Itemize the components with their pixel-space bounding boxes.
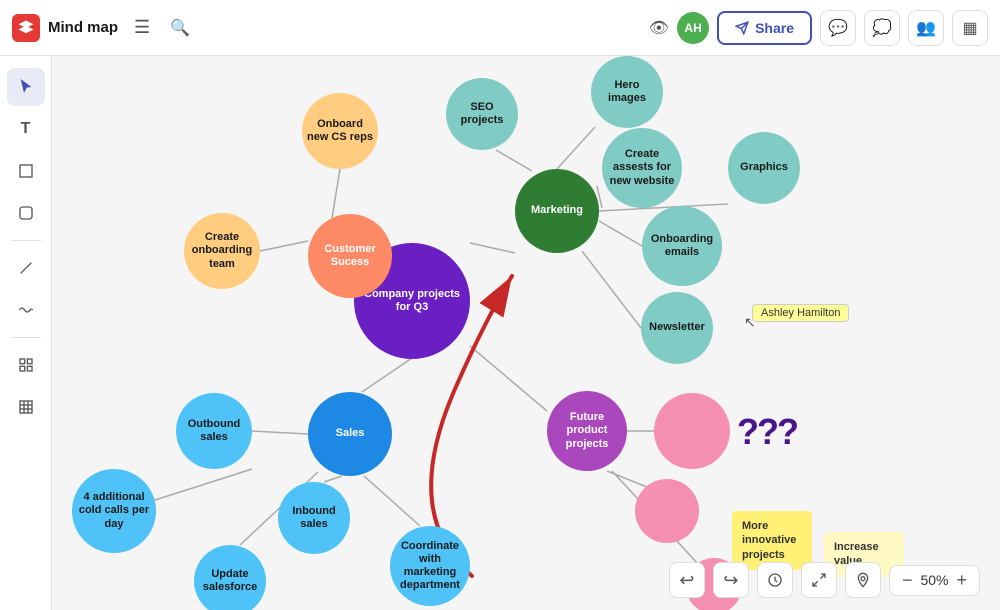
toolbar: T: [0, 56, 52, 610]
zoom-in-button[interactable]: +: [952, 570, 971, 591]
pink-node-1[interactable]: [654, 393, 730, 469]
seo-label: SEO projects: [446, 97, 518, 131]
canvas[interactable]: Company projects for Q3 Marketing Hero i…: [52, 56, 1000, 610]
menu-icon[interactable]: ☰: [130, 13, 154, 42]
text-tool[interactable]: T: [7, 110, 45, 148]
customer-success-node[interactable]: Customer Sucess: [308, 214, 392, 298]
redo-button[interactable]: ↪: [713, 562, 749, 598]
avatar[interactable]: AH: [677, 12, 709, 44]
sales-label: Sales: [332, 423, 369, 444]
logo[interactable]: [12, 14, 40, 42]
update-sf-node[interactable]: Update salesforce: [194, 545, 266, 610]
share-button[interactable]: Share: [717, 11, 812, 45]
question-marks: ???: [737, 411, 797, 453]
cold-calls-node[interactable]: 4 additional cold calls per day: [72, 469, 156, 553]
app-title: Mind map: [48, 19, 118, 36]
zoom-level: 50%: [920, 572, 948, 588]
chat-icon[interactable]: 💭: [864, 10, 900, 46]
graphics-label: Graphics: [736, 157, 792, 178]
users-icon[interactable]: 👥: [908, 10, 944, 46]
coordinate-node[interactable]: Coordinate with marketing department: [390, 526, 470, 606]
seo-node[interactable]: SEO projects: [446, 78, 518, 150]
table-tool[interactable]: [7, 388, 45, 426]
hero-images-node[interactable]: Hero images: [591, 56, 663, 128]
eye-icon[interactable]: 👁: [649, 18, 669, 38]
inbound-node[interactable]: Inbound sales: [278, 482, 350, 554]
comment-icon[interactable]: 💬: [820, 10, 856, 46]
create-assets-node[interactable]: Create assests for new website: [602, 128, 682, 208]
history-button[interactable]: [757, 562, 793, 598]
newsletter-node[interactable]: Newsletter: [641, 292, 713, 364]
header-right: 👁 AH Share 💬 💭 👥 ▦: [649, 10, 988, 46]
coordinate-label: Coordinate with marketing department: [390, 536, 470, 597]
search-icon[interactable]: 🔍: [162, 14, 198, 42]
cursor-tool[interactable]: [7, 68, 45, 106]
zoom-control: − 50% +: [889, 565, 980, 596]
marketing-node[interactable]: Marketing: [515, 169, 599, 253]
location-button[interactable]: [845, 562, 881, 598]
fit-button[interactable]: [801, 562, 837, 598]
header: Mind map ☰ 🔍 👁 AH Share 💬 💭 👥 ▦: [0, 0, 1000, 56]
layout-icon[interactable]: ▦: [952, 10, 988, 46]
sticky-1-text: More innovative projects: [742, 520, 796, 561]
marketing-label: Marketing: [527, 200, 587, 221]
outbound-label: Outbound sales: [176, 414, 252, 448]
onboarding-emails-label: Onboarding emails: [642, 229, 722, 263]
onboard-cs-node[interactable]: Onboard new CS reps: [302, 93, 378, 169]
bottom-toolbar: ↩ ↪ − 50% +: [669, 562, 980, 598]
cursor-pointer: ↖: [744, 314, 756, 331]
customer-success-label: Customer Sucess: [308, 239, 392, 273]
create-onboarding-node[interactable]: Create onboarding team: [184, 213, 260, 289]
rounded-rect-tool[interactable]: [7, 194, 45, 232]
create-onboarding-label: Create onboarding team: [184, 227, 260, 275]
squiggle-tool[interactable]: [7, 291, 45, 329]
zoom-out-button[interactable]: −: [898, 570, 917, 591]
create-assets-label: Create assests for new website: [602, 144, 682, 192]
rect-tool[interactable]: [7, 152, 45, 190]
pink-node-2[interactable]: [635, 479, 699, 543]
onboard-cs-label: Onboard new CS reps: [302, 114, 378, 148]
connections-svg: [52, 56, 1000, 610]
undo-button[interactable]: ↩: [669, 562, 705, 598]
hero-images-label: Hero images: [591, 75, 663, 109]
line-tool[interactable]: [7, 249, 45, 287]
inbound-label: Inbound sales: [278, 501, 350, 535]
cursor-label: Ashley Hamilton: [752, 304, 849, 322]
future-node[interactable]: Future product projects: [547, 391, 627, 471]
graphics-node[interactable]: Graphics: [728, 132, 800, 204]
future-label: Future product projects: [547, 407, 627, 455]
sales-node[interactable]: Sales: [308, 392, 392, 476]
newsletter-label: Newsletter: [645, 317, 709, 338]
grid-tool[interactable]: [7, 346, 45, 384]
update-sf-label: Update salesforce: [194, 564, 266, 598]
cold-calls-label: 4 additional cold calls per day: [72, 487, 156, 535]
onboarding-emails-node[interactable]: Onboarding emails: [642, 206, 722, 286]
outbound-node[interactable]: Outbound sales: [176, 393, 252, 469]
